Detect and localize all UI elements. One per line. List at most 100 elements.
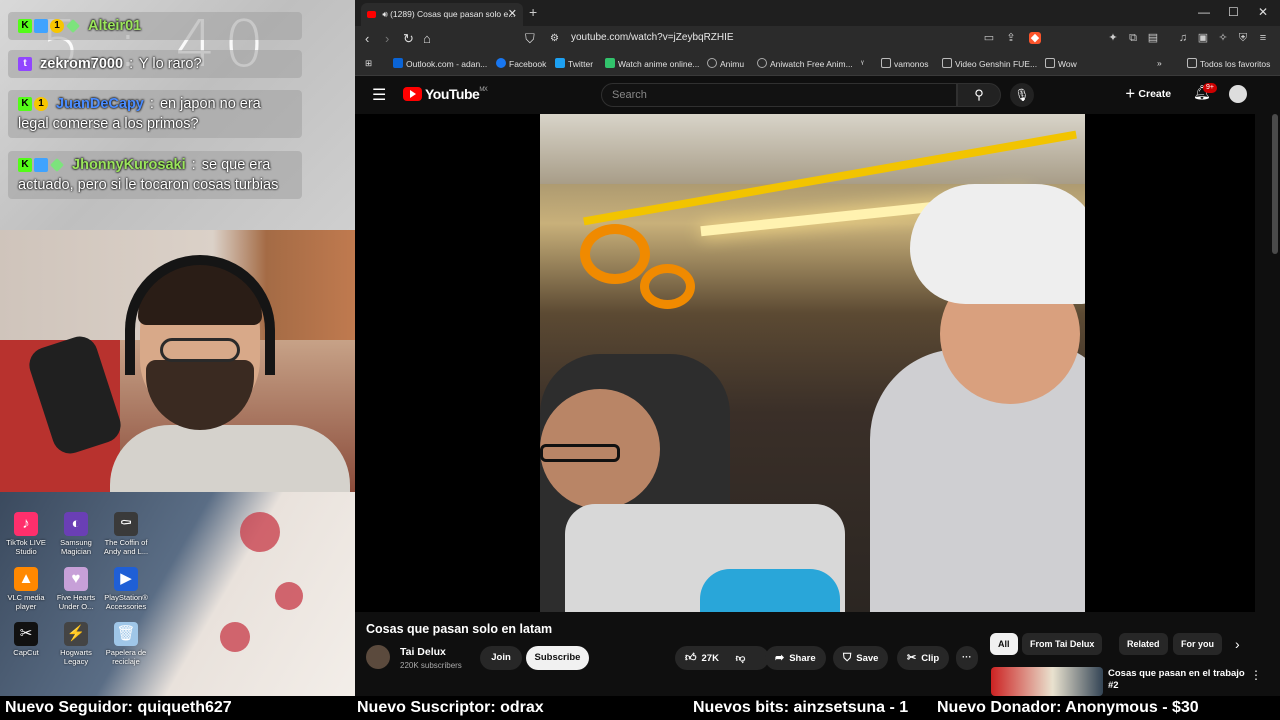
apps-icon[interactable]: ⊞ xyxy=(365,58,372,69)
tiktok-icon: ♪ xyxy=(14,512,38,536)
site-info-icon[interactable]: ⚙ xyxy=(550,31,559,47)
cast-icon[interactable]: ▭ xyxy=(983,32,995,44)
bookmarks-overflow-icon[interactable]: » xyxy=(1157,58,1162,68)
desktop-icon-five-hearts[interactable]: ♥ Five Hearts Under O... xyxy=(50,567,102,611)
dislike-icon[interactable]: 👎︎ xyxy=(736,653,746,664)
bookmark-folder-genshin[interactable]: Video Genshin FUE... xyxy=(942,58,1037,69)
bookmark-facebook[interactable]: Facebook xyxy=(496,58,546,69)
chat-message: K 1 JuanDeCapy : en japon no era legal c… xyxy=(8,90,302,138)
chip-related[interactable]: Related xyxy=(1119,633,1168,655)
tab-bar: 🔊︎ (1289) Cosas que pasan solo e... ✕ + … xyxy=(355,0,1280,26)
desktop-icon-tiktok-live-studio[interactable]: ♪ TikTok LIVE Studio xyxy=(0,512,52,556)
chip-from-channel[interactable]: From Tai Delux xyxy=(1022,633,1103,655)
kebab-menu-icon[interactable]: ⋮ xyxy=(1250,668,1262,682)
ticker-new-donor: Nuevo Donador: Anonymous - $30 xyxy=(937,699,1199,716)
bookmark-twitter[interactable]: Twitter xyxy=(555,58,593,69)
chevron-right-icon[interactable]: › xyxy=(1235,636,1240,652)
sidebar-icon[interactable]: ▤ xyxy=(1147,32,1159,44)
account-avatar[interactable] xyxy=(1229,85,1247,103)
close-tab-icon[interactable]: ✕ xyxy=(508,3,517,26)
like-count[interactable]: 27K xyxy=(702,653,719,664)
desktop-icon-coffin-of-andy[interactable]: ⚰ The Coffin of Andy and L... xyxy=(100,512,152,556)
bookmark-animu[interactable]: Animu xyxy=(707,58,744,69)
ticker-new-follower: Nuevo Seguidor: quiqueth627 xyxy=(5,699,232,716)
chat-badges: t xyxy=(18,57,32,72)
recommended-video-thumbnail[interactable] xyxy=(991,667,1103,696)
leo-icon[interactable]: ✧ xyxy=(1217,32,1229,44)
desktop-icon-hogwarts-legacy[interactable]: ⚡ Hogwarts Legacy xyxy=(50,622,102,666)
video-frame[interactable] xyxy=(540,114,1085,612)
video-player[interactable] xyxy=(355,114,1255,612)
all-bookmarks[interactable]: Todos los favoritos xyxy=(1187,58,1270,69)
subscribe-button[interactable]: Subscribe xyxy=(526,646,589,670)
desktop-icon-capcut[interactable]: ✂ CapCut xyxy=(0,622,52,657)
wallpaper-decoration xyxy=(220,622,250,652)
alerts-ticker: Nuevo Seguidor: quiqueth627 Nuevo Suscri… xyxy=(0,696,1280,720)
extension-icon[interactable]: ✦ xyxy=(1107,32,1119,44)
search-button[interactable]: ⚲ xyxy=(957,83,1001,107)
close-window-icon[interactable]: ✕ xyxy=(1258,5,1268,19)
desktop-icon-samsung-magician[interactable]: ◐ Samsung Magician xyxy=(50,512,102,556)
wallet-icon[interactable]: ▣ xyxy=(1197,32,1209,44)
streamer-shirt xyxy=(110,425,350,492)
recommended-video-title[interactable]: Cosas que pasan en el trabajo #2 xyxy=(1108,668,1246,692)
home-icon[interactable]: ⌂ xyxy=(423,31,431,47)
desktop-icon-recycle-bin[interactable]: 🗑 Papelera de reciclaje xyxy=(100,622,152,666)
video-title: Cosas que pasan solo en latam xyxy=(366,622,553,636)
channel-avatar[interactable] xyxy=(366,645,390,669)
puzzle-icon[interactable]: ⧉ xyxy=(1127,32,1139,44)
youtube-logo[interactable]: YouTubeMX xyxy=(403,86,488,102)
bookmark-label: Facebook xyxy=(509,59,547,69)
maximize-icon[interactable]: ☐ xyxy=(1228,5,1239,19)
desktop-icon-label: VLC media player xyxy=(7,593,45,611)
music-icon[interactable]: ♫ xyxy=(1177,32,1189,44)
brave-shield-icon[interactable]: ◆ xyxy=(1029,32,1041,44)
clip-button[interactable]: ✂ Clip xyxy=(897,646,950,670)
bookmark-label: vamonos xyxy=(894,59,929,69)
voice-search-button[interactable]: 🎙︎ xyxy=(1010,83,1034,107)
anime-icon xyxy=(605,58,615,68)
samsung-magician-icon: ◐ xyxy=(64,512,88,536)
page-scrollbar[interactable] xyxy=(1272,114,1278,254)
youtube-favicon-icon xyxy=(367,11,376,19)
vlc-icon: ▲ xyxy=(14,567,38,591)
url-field[interactable]: youtube.com/watch?v=jZeybqRZHIE xyxy=(571,32,734,43)
share-button[interactable]: ➦ Share xyxy=(765,646,826,670)
bookmark-outlook[interactable]: Outlook.com - adan... xyxy=(393,58,487,69)
new-tab-button[interactable]: + xyxy=(529,4,537,20)
forward-icon[interactable]: › xyxy=(385,31,389,47)
bookmark-label: Wow xyxy=(1058,59,1077,69)
youtube-play-icon xyxy=(403,87,422,101)
chip-for-you[interactable]: For you xyxy=(1173,633,1222,655)
ticker-new-subscriber: Nuevo Suscriptor: odrax xyxy=(357,699,544,716)
bookmark-icon[interactable]: ⛉ xyxy=(525,31,535,47)
create-button[interactable]: ＋ Create xyxy=(1125,86,1171,101)
join-button[interactable]: Join xyxy=(480,646,522,670)
bookmark-aniwatch[interactable]: Aniwatch Free Anim... xyxy=(757,58,853,69)
save-button[interactable]: ⛉ Save xyxy=(833,646,889,670)
reload-icon[interactable]: ↻ xyxy=(403,31,414,47)
desktop-icon-label: Papelera de reciclaje xyxy=(105,648,147,666)
share-page-icon[interactable]: ⇪ xyxy=(1005,32,1017,44)
back-icon[interactable]: ‹ xyxy=(365,31,369,47)
bookmark-folder-wow[interactable]: Wow xyxy=(1045,58,1077,69)
channel-name[interactable]: Tai Delux xyxy=(400,646,446,658)
chat-username: JuanDeCapy xyxy=(56,96,144,112)
like-icon[interactable]: 👍︎ xyxy=(685,652,697,664)
menu-icon[interactable]: ≡ xyxy=(1257,32,1269,44)
bookmark-watch-anime[interactable]: Watch anime online... xyxy=(605,58,699,69)
search-input[interactable]: Search xyxy=(601,83,957,107)
more-actions-button[interactable]: ··· xyxy=(956,646,978,670)
hamburger-menu-icon[interactable]: ☰ xyxy=(372,85,386,105)
tab-youtube[interactable]: 🔊︎ (1289) Cosas que pasan solo e... ✕ xyxy=(361,3,523,26)
game-icon: ♥ xyxy=(64,567,88,591)
minimize-icon[interactable]: — xyxy=(1198,5,1210,19)
desktop-icon-vlc[interactable]: ▲ VLC media player xyxy=(0,567,52,611)
chip-all[interactable]: All xyxy=(990,633,1018,655)
chat-badges: K 1 xyxy=(18,19,80,34)
desktop-icon-playstation-accessories[interactable]: ▶ PlayStation® Accessories xyxy=(100,567,152,611)
kick-badge-icon: K xyxy=(18,158,32,173)
bookmark-folder-vamonos[interactable]: vamonos xyxy=(881,58,929,69)
vpn-icon[interactable]: ⛨ xyxy=(1237,32,1249,44)
bookmark-misc[interactable]: ᵞ xyxy=(861,58,864,68)
